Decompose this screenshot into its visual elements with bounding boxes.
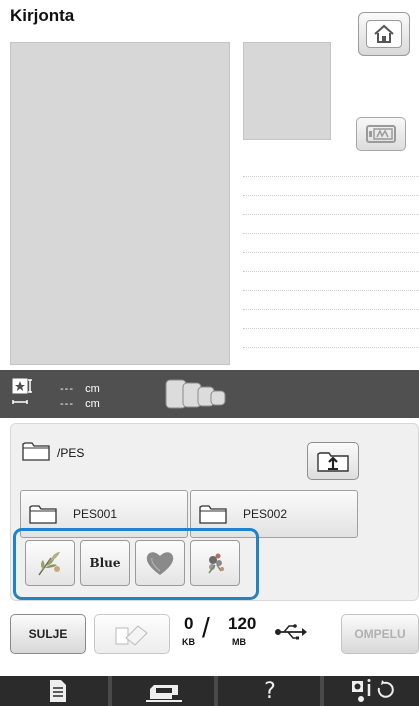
design-file-floral-ornament[interactable]: [190, 540, 240, 586]
folder-up-icon: [317, 452, 349, 472]
info-row: [243, 177, 419, 196]
document-icon: [50, 680, 66, 702]
width-unit: cm: [85, 383, 100, 395]
nav-item-settings-info[interactable]: [326, 676, 419, 706]
height-unit: cm: [85, 398, 100, 410]
folder-icon: [22, 440, 50, 462]
memory-used-value: 0: [184, 614, 194, 633]
height-value: ---: [60, 398, 74, 410]
settings-info-icon: [351, 679, 394, 702]
current-folder-path: /PES: [57, 446, 85, 460]
nav-divider: [214, 676, 218, 706]
sewing-machine-icon: [146, 685, 182, 702]
flower-sprig-design-icon: [38, 552, 60, 576]
design-file-text[interactable]: Blue: [80, 540, 130, 586]
nav-item-sewing-machine[interactable]: [114, 676, 214, 706]
eraser-icon: [115, 625, 148, 646]
folder-label: PES002: [243, 507, 288, 521]
nav-divider: [108, 676, 112, 706]
design-info-list: [243, 158, 419, 365]
home-button[interactable]: [358, 12, 410, 56]
usb-icon: [275, 624, 307, 640]
design-size-icon: [12, 378, 34, 410]
design-file-flower-sprig[interactable]: [25, 540, 75, 586]
nav-item-help[interactable]: ?: [220, 676, 320, 706]
heart-design-icon: [146, 552, 174, 575]
info-row: [243, 329, 419, 348]
frame-icon: [366, 125, 396, 143]
memory-indicator: 0 KB / 120 MB: [176, 612, 336, 658]
screen-title: Kirjonta: [10, 6, 75, 25]
design-preview-area: [10, 42, 230, 365]
info-row: [243, 291, 419, 310]
nav-divider: [320, 676, 324, 706]
folder-label: PES001: [73, 507, 118, 521]
text-design-label: Blue: [89, 556, 121, 570]
memory-total-value: 120: [228, 614, 257, 633]
folder-icon: [199, 505, 227, 524]
info-row: [243, 215, 419, 234]
embroidery-frame-button[interactable]: [356, 117, 406, 151]
floral-ornament-design-icon: [208, 553, 224, 574]
memory-separator: /: [202, 612, 210, 643]
info-row: [243, 310, 419, 329]
memory-used-unit: KB: [182, 637, 195, 647]
parent-folder-button[interactable]: [307, 442, 359, 480]
width-readout: --- cm: [60, 383, 100, 395]
frame-sizes-icon: [165, 379, 233, 409]
memory-total-unit: MB: [232, 637, 246, 647]
design-file-heart[interactable]: [135, 540, 185, 586]
height-readout: --- cm: [60, 398, 100, 410]
home-icon: [366, 20, 402, 48]
folder-icon: [29, 505, 57, 524]
sew-button[interactable]: OMPELU: [341, 614, 419, 654]
info-row: [243, 196, 419, 215]
info-row: [243, 158, 419, 177]
design-thumbnail-preview: [243, 42, 331, 140]
delete-button[interactable]: [94, 614, 170, 654]
info-row: [243, 253, 419, 272]
info-row: [243, 272, 419, 291]
info-row: [243, 234, 419, 253]
width-value: ---: [60, 383, 74, 395]
nav-item-document[interactable]: [8, 676, 108, 706]
close-button[interactable]: SULJE: [10, 614, 86, 654]
